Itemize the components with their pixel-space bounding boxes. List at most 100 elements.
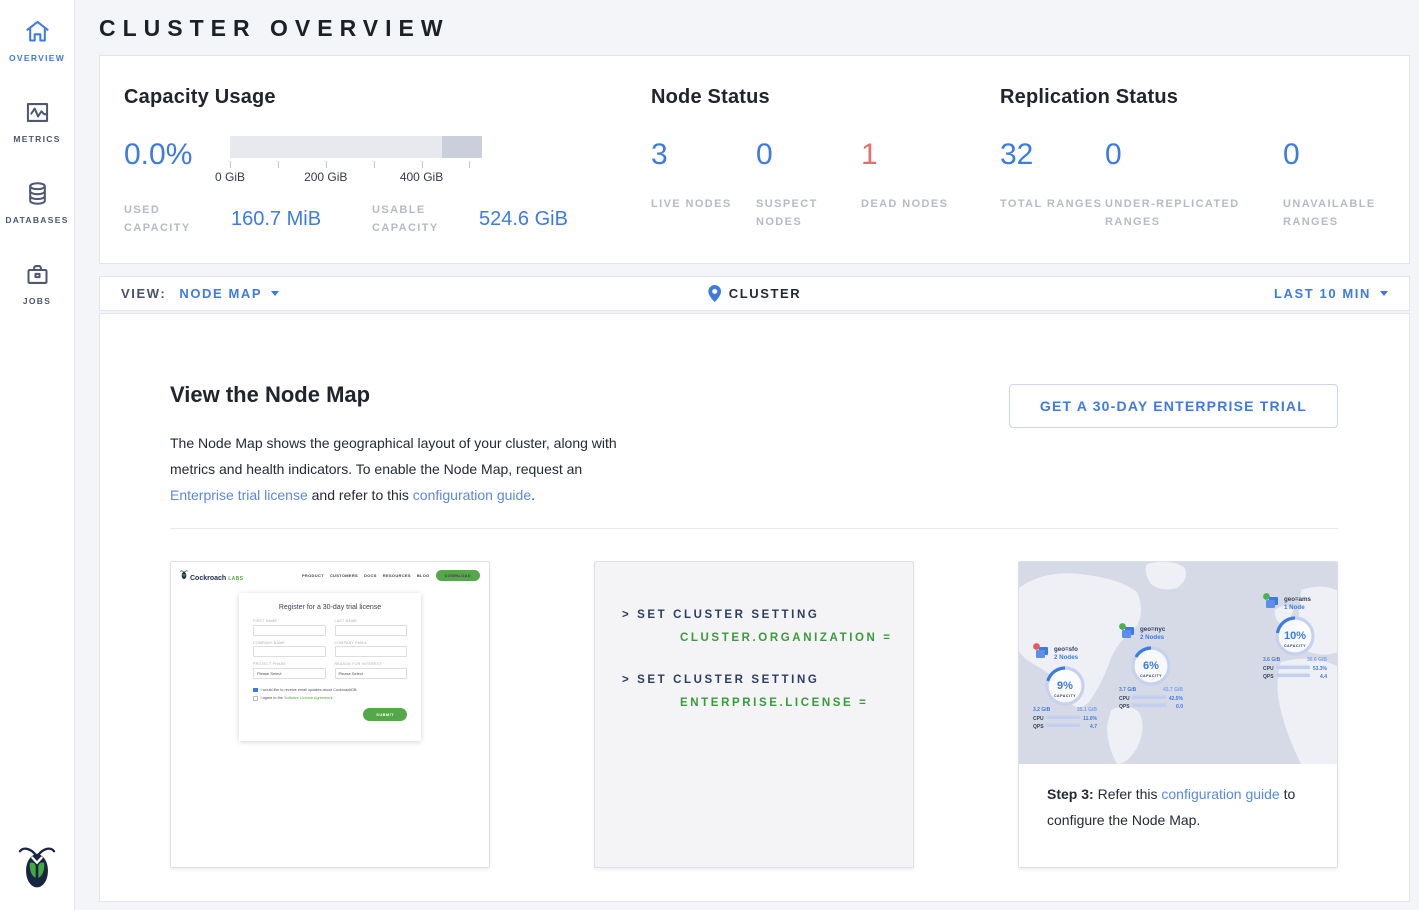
enterprise-trial-license-link[interactable]: Enterprise trial license xyxy=(170,487,308,503)
total-ranges-stat: 32 TOTAL RANGES xyxy=(1000,136,1105,231)
usable-capacity-value: 524.6 GiB xyxy=(479,208,620,231)
under-replicated-stat: 0 UNDER-REPLICATED RANGES xyxy=(1105,136,1283,231)
download-pill: DOWNLOAD xyxy=(436,570,480,581)
database-icon xyxy=(24,178,51,208)
dead-nodes-value: 1 xyxy=(861,136,966,170)
trial-register-form: Register for a 30-day trial license FIRS… xyxy=(239,593,421,741)
region-nodes: 2 Nodes xyxy=(1054,654,1079,661)
view-label: VIEW: xyxy=(121,286,166,301)
dead-nodes-label: DEAD NODES xyxy=(861,195,966,213)
replication-status-section: Replication Status 32 TOTAL RANGES 0 UND… xyxy=(1000,86,1409,263)
view-bar: VIEW: NODE MAP CLUSTER LAST 10 MIN xyxy=(99,276,1410,311)
enterprise-trial-button[interactable]: GET A 30-DAY ENTERPRISE TRIAL xyxy=(1009,384,1338,428)
checkbox-checked xyxy=(253,688,258,693)
node-map-thumbnail: geo=sfo 2 Nodes 9% CAPACITY 3.2 GiB 35.1… xyxy=(1019,562,1337,764)
license-agreement-link: Software License Agreement. xyxy=(284,696,334,700)
map-pin-icon xyxy=(708,285,721,302)
node-status-title: Node Status xyxy=(651,86,1000,109)
node-status-section: Node Status 3 LIVE NODES 0 SUSPECT NODES… xyxy=(651,86,1000,263)
region-capacity: 10% xyxy=(1284,630,1306,642)
qps-label: QPS xyxy=(1119,704,1130,710)
sidebar-item-overview[interactable]: OVERVIEW xyxy=(0,16,75,63)
nav-link: PRODUCT xyxy=(302,573,324,578)
text-input xyxy=(253,646,326,657)
sidebar-item-metrics[interactable]: METRICS xyxy=(0,97,75,144)
step1-card: Cockroach LABS PRODUCT CUSTOMERS DOCS RE… xyxy=(170,561,490,868)
field-label: FIRST NAME xyxy=(253,619,326,623)
description-text: . xyxy=(531,487,535,503)
sidebar-item-jobs[interactable]: JOBS xyxy=(0,259,75,306)
region-nodes: 1 Node xyxy=(1284,604,1305,611)
dead-badge-icon xyxy=(1033,643,1040,650)
chevron-down-icon xyxy=(1380,291,1388,296)
used-capacity-label: USED CAPACITY xyxy=(124,201,231,237)
select-input: Please Select xyxy=(335,668,408,679)
cockroach-labs-logo: Cockroach LABS xyxy=(180,569,243,582)
suspect-nodes-value: 0 xyxy=(756,136,861,170)
checkbox-label: I agree to the xyxy=(261,696,284,700)
cpu-value: 11.0% xyxy=(1083,716,1097,722)
configuration-guide-link[interactable]: configuration guide xyxy=(1161,786,1279,802)
page-title: CLUSTER OVERVIEW xyxy=(99,0,1410,55)
step-text: Refer this xyxy=(1094,786,1162,802)
breadcrumb-cluster: CLUSTER xyxy=(708,285,802,302)
view-selector-dropdown[interactable]: NODE MAP xyxy=(179,286,279,301)
healthy-badge-icon xyxy=(1119,623,1126,630)
divider xyxy=(170,528,1338,529)
live-nodes-label: LIVE NODES xyxy=(651,195,756,213)
sidebar-item-databases[interactable]: DATABASES xyxy=(0,178,75,225)
nav-link: CUSTOMERS xyxy=(330,573,358,578)
nav-link: RESOURCES xyxy=(383,573,411,578)
capacity-total: 35.1 GiB xyxy=(1077,707,1097,713)
capacity-label: CAPACITY xyxy=(1284,644,1306,648)
submit-pill: SUBMIT xyxy=(363,708,407,721)
sql-setting: ENTERPRISE.LICENSE = xyxy=(680,697,913,709)
select-input: Please Select xyxy=(253,668,326,679)
qps-value: 0.0 xyxy=(1176,704,1183,710)
qps-value: 4.4 xyxy=(1320,674,1327,680)
cockroachdb-logo-icon xyxy=(18,843,56,894)
sidebar: OVERVIEW METRICS DATABASES xyxy=(0,0,75,910)
description-text: and refer to this xyxy=(308,487,413,503)
checkbox-label: I would like to receive email updates ab… xyxy=(261,688,358,692)
region-name: geo=ams xyxy=(1284,596,1312,603)
field-label: PROJECT PHASE xyxy=(253,662,326,666)
nav-link: DOCS xyxy=(364,573,377,578)
region-name: geo=nyc xyxy=(1140,626,1166,633)
text-input xyxy=(253,625,326,636)
dead-nodes-stat: 1 DEAD NODES xyxy=(861,136,966,231)
capacity-usage-title: Capacity Usage xyxy=(124,86,651,109)
sidebar-item-label: OVERVIEW xyxy=(9,53,65,63)
description-text: The Node Map shows the geographical layo… xyxy=(170,435,617,477)
field-label: REASON FOR INTEREST xyxy=(335,662,408,666)
region-name: geo=sfo xyxy=(1054,646,1078,653)
sidebar-item-label: DATABASES xyxy=(5,215,68,225)
capacity-bar xyxy=(230,136,482,158)
cpu-value: 53.3% xyxy=(1313,666,1328,672)
field-label: COMPANY EMAIL xyxy=(335,641,408,645)
logo-suffix: LABS xyxy=(228,576,243,582)
unavailable-ranges-label: UNAVAILABLE RANGES xyxy=(1283,195,1388,231)
trial-license-site-thumbnail: Cockroach LABS PRODUCT CUSTOMERS DOCS RE… xyxy=(171,562,489,867)
suspect-nodes-stat: 0 SUSPECT NODES xyxy=(756,136,861,231)
capacity-used: 3.2 GiB xyxy=(1033,707,1051,713)
step2-caption: Step 2: Activate the trial license with … xyxy=(595,867,913,868)
cluster-breadcrumb-label: CLUSTER xyxy=(729,286,802,301)
sidebar-item-label: METRICS xyxy=(13,134,60,144)
step-label: Step 3: xyxy=(1047,786,1094,802)
steps-row: Cockroach LABS PRODUCT CUSTOMERS DOCS RE… xyxy=(170,561,1338,868)
unavailable-ranges-stat: 0 UNAVAILABLE RANGES xyxy=(1283,136,1388,231)
region-capacity: 6% xyxy=(1143,660,1159,672)
cpu-label: CPU xyxy=(1033,716,1044,722)
time-range-value: LAST 10 MIN xyxy=(1274,286,1371,301)
logo-text: Cockroach xyxy=(190,575,226,582)
replication-status-title: Replication Status xyxy=(1000,86,1409,109)
usable-capacity-label: USABLE CAPACITY xyxy=(372,201,479,237)
checkbox-unchecked xyxy=(253,696,258,701)
configuration-guide-link[interactable]: configuration guide xyxy=(413,487,531,503)
under-replicated-value: 0 xyxy=(1105,136,1283,170)
cpu-label: CPU xyxy=(1119,696,1130,702)
time-range-dropdown[interactable]: LAST 10 MIN xyxy=(1274,286,1388,301)
region-capacity: 9% xyxy=(1057,680,1073,692)
live-nodes-value: 3 xyxy=(651,136,756,170)
